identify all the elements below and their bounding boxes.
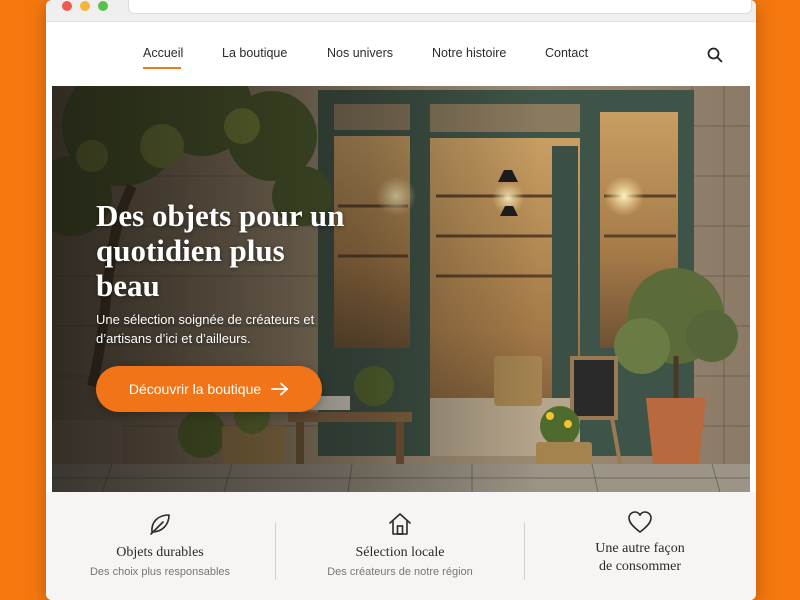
feature-divider [275,522,276,580]
browser-chrome [46,0,756,22]
discover-shop-button[interactable]: Découvrir la boutique [96,366,322,412]
browser-window: Accueil La boutique Nos univers Notre hi… [46,0,756,600]
feature-title: Sélection locale [355,545,445,560]
nav-item-nos-univers[interactable]: Nos univers [327,46,393,60]
feature-subtitle: Des créateurs de notre région [327,566,473,578]
address-bar[interactable] [128,0,752,14]
leaf-icon [150,514,170,535]
feature-title-line2: de consommer [598,559,682,574]
cta-label: Découvrir la boutique [128,381,262,397]
hero-section: Des objets pour un quotidien plus beau U… [52,86,750,492]
nav-item-la-boutique[interactable]: La boutique [222,46,287,60]
feature-title: Objets durables [116,545,204,560]
minimize-window-button[interactable] [80,1,90,11]
feature-subtitle: Des choix plus responsables [89,566,231,578]
features-section: Objets durables Des choix plus responsab… [46,492,756,600]
hero-subtitle: Une sélection soignée de créateurs et d’… [96,312,315,346]
hero-title: Des objets pour un quotidien plus beau [96,198,345,303]
maximize-window-button[interactable] [98,1,108,11]
feature-divider [524,522,525,580]
feature-title: Une autre façon de consommer [526,540,754,576]
feature-durable: Objets durables Des choix plus responsab… [46,492,274,600]
nav-item-contact[interactable]: Contact [545,46,588,60]
main-nav: Accueil La boutique Nos univers Notre hi… [46,22,756,86]
nav-item-accueil[interactable]: Accueil [143,46,183,60]
heart-icon [628,511,652,533]
nav-active-indicator [143,67,181,69]
nav-item-notre-histoire[interactable]: Notre histoire [432,46,506,60]
house-icon [389,513,411,535]
search-icon[interactable] [706,46,724,64]
feature-title-line1: Une autre façon [595,541,685,556]
close-window-button[interactable] [62,1,72,11]
feature-local: Sélection locale Des créateurs de notre … [286,492,514,600]
feature-consume: Une autre façon de consommer [526,492,754,600]
arrow-right-icon [271,382,289,396]
